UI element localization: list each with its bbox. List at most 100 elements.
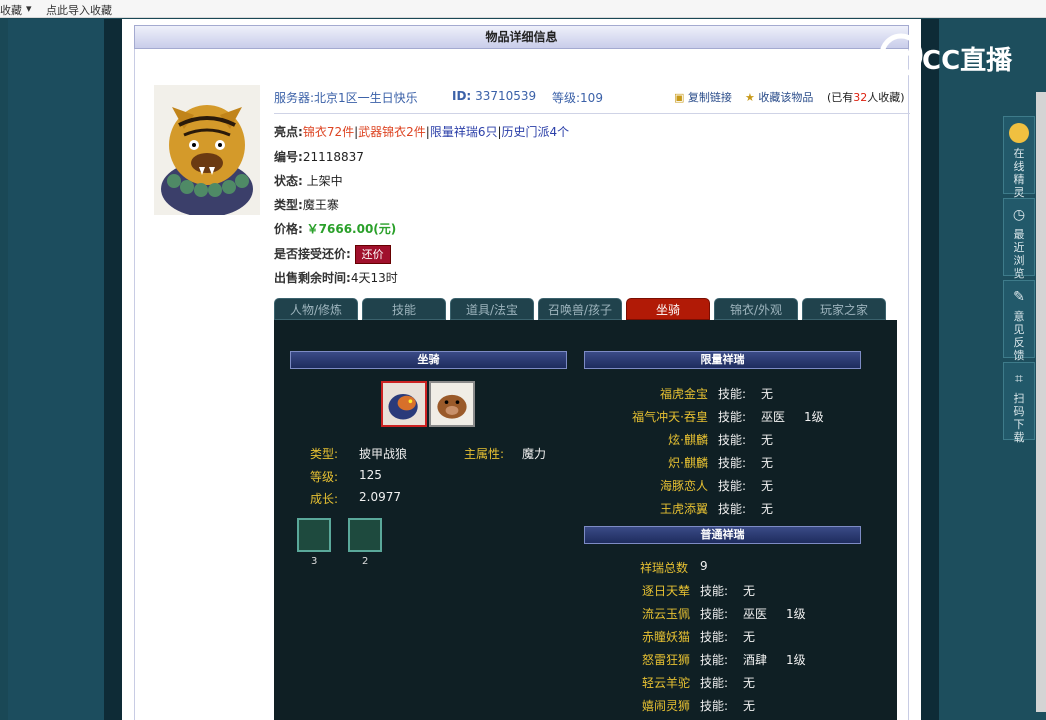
limited-item-skill: 无	[761, 479, 774, 493]
highlight-2[interactable]: 武器锦衣2件	[358, 125, 426, 139]
character-avatar	[154, 85, 260, 215]
normal-total-label: 祥瑞总数	[640, 561, 689, 575]
mount-icon-boar[interactable]	[429, 381, 475, 427]
limited-item-skill: 无	[761, 502, 774, 516]
scan-download-button[interactable]: ⌗ 扫码下载	[1003, 362, 1035, 444]
limited-item-skill-label: 技能:	[718, 410, 747, 424]
left-background	[8, 19, 104, 720]
highlights: 亮点:锦衣72件|武器锦衣2件|限量祥瑞6只|历史门派4个	[274, 125, 570, 139]
limited-item-skill: 无	[761, 387, 774, 401]
normal-item-skill-label: 技能:	[700, 607, 729, 621]
cc-logo-icon	[879, 33, 923, 77]
tab-character[interactable]: 人物/修炼	[274, 298, 358, 320]
normal-item-skill-label: 技能:	[700, 630, 729, 644]
mount-panel: 坐骑 限量祥瑞 类型: 披甲战狼 主属性: 魔力 等级: 125 成长: 2.0…	[274, 320, 897, 720]
sprite-icon	[1009, 123, 1029, 143]
item-level: 等级:109	[552, 91, 603, 105]
bookmark-import[interactable]: 点此导入收藏	[46, 2, 112, 18]
mount-type: 披甲战狼	[359, 447, 408, 461]
edit-icon: ✎	[1013, 289, 1025, 305]
normal-item-skill: 无	[743, 676, 756, 690]
right-strip	[921, 19, 939, 720]
limited-item-name: 炽·麒麟	[668, 456, 708, 470]
dropdown-icon[interactable]: ▾	[26, 2, 32, 15]
normal-item-name: 怒雷狂狮	[641, 653, 690, 667]
haggle-button[interactable]: 还价	[354, 245, 391, 264]
mount-section-title: 坐骑	[290, 351, 567, 369]
limited-item-name: 海豚恋人	[659, 479, 708, 493]
favorite-button[interactable]: ★ 收藏该物品	[745, 89, 813, 105]
limited-item-name: 福虎金宝	[659, 387, 708, 401]
remaining-time: 出售剩余时间:4天13时	[274, 271, 398, 285]
feedback-button[interactable]: ✎ 意见反馈	[1003, 280, 1035, 362]
normal-item-skill: 无	[743, 699, 756, 713]
cc-live-watermark: CC直播	[878, 32, 1028, 78]
limited-item-name: 福气冲天·吞皇	[632, 410, 708, 424]
mount-icon-wolf[interactable]	[381, 381, 427, 427]
item-detail-page: 物品详细信息 服务器:北京1区一生日快乐 ID: 33710539 等级:109…	[122, 19, 921, 720]
item-number: 编号:21118837	[274, 150, 364, 164]
mount-level: 125	[359, 468, 382, 482]
mount-main-attr: 魔力	[522, 447, 547, 461]
normal-item-name: 逐日天辇	[641, 584, 690, 598]
limited-item-skill-label: 技能:	[718, 387, 747, 401]
recent-view-button[interactable]: ◷ 最近浏览	[1003, 198, 1035, 280]
tab-outfit[interactable]: 锦衣/外观	[714, 298, 798, 320]
highlight-4[interactable]: 历史门派4个	[502, 125, 570, 139]
left-strip	[104, 19, 122, 720]
normal-item-skill-label: 技能:	[700, 676, 729, 690]
limited-item-skill: 巫医	[761, 410, 786, 424]
limited-item-skill: 无	[761, 456, 774, 470]
normal-item-skill-label: 技能:	[700, 699, 729, 713]
copy-icon: ▣	[674, 91, 685, 104]
limited-item-skill: 无	[761, 433, 774, 447]
normal-item-skill-level: 1级	[786, 653, 806, 667]
star-icon: ★	[745, 91, 755, 104]
limited-item-skill-label: 技能:	[718, 502, 747, 516]
normal-item-name: 流云玉佩	[641, 607, 690, 621]
favorite-count: (已有32人收藏)	[827, 91, 905, 104]
item-price: 价格: ￥7666.00(元)	[274, 222, 397, 236]
clock-icon: ◷	[1012, 207, 1026, 223]
scrollbar[interactable]	[1036, 92, 1046, 712]
normal-total: 9	[700, 559, 708, 573]
tab-skills[interactable]: 技能	[362, 298, 446, 320]
limited-item-skill-label: 技能:	[718, 433, 747, 447]
scan-icon: ⌗	[1015, 371, 1023, 387]
mount-growth: 2.0977	[359, 490, 401, 504]
limited-item-skill-label: 技能:	[718, 456, 747, 470]
limited-item-name: 炫·麒麟	[668, 433, 708, 447]
tab-home[interactable]: 玩家之家	[802, 298, 886, 320]
normal-item-name: 轻云羊驼	[641, 676, 690, 690]
limited-item-skill-label: 技能:	[718, 479, 747, 493]
limited-section-title: 限量祥瑞	[584, 351, 861, 369]
bookmark-fav[interactable]: 收藏	[0, 2, 22, 18]
normal-item-skill: 巫医	[743, 607, 768, 621]
detail-tabs: 人物/修炼 技能 道具/法宝 召唤兽/孩子 坐骑 锦衣/外观 玩家之家	[274, 298, 894, 320]
tab-items[interactable]: 道具/法宝	[450, 298, 534, 320]
normal-item-skill-label: 技能:	[700, 653, 729, 667]
normal-item-skill-label: 技能:	[700, 584, 729, 598]
online-sprite-button[interactable]: 在线精灵	[1003, 116, 1035, 199]
normal-item-skill-level: 1级	[786, 607, 806, 621]
limited-item-name: 王虎添翼	[659, 502, 708, 516]
normal-item-skill: 无	[743, 584, 756, 598]
normal-item-name: 赤瞳妖猫	[641, 630, 690, 644]
mount-skill-2-icon[interactable]	[348, 518, 382, 552]
item-status: 状态: 上架中	[274, 174, 343, 188]
server-name: 北京1区一生日快乐	[314, 91, 418, 105]
normal-item-skill: 无	[743, 630, 756, 644]
mount-skill-1-icon[interactable]	[297, 518, 331, 552]
page-title: 物品详细信息	[134, 25, 909, 49]
browser-bookmark-bar: 收藏 ▾ 点此导入收藏	[0, 0, 1046, 18]
normal-item-name: 嬉闹灵狮	[641, 699, 690, 713]
item-type: 类型:魔王寨	[274, 198, 339, 212]
limited-item-skill-level: 1级	[804, 410, 824, 424]
tab-pets[interactable]: 召唤兽/孩子	[538, 298, 622, 320]
normal-section-title: 普通祥瑞	[584, 526, 861, 544]
highlight-3[interactable]: 限量祥瑞6只	[430, 125, 498, 139]
highlight-1[interactable]: 锦衣72件	[303, 125, 354, 139]
haggle-row: 是否接受还价: 还价	[274, 245, 391, 264]
tab-mount[interactable]: 坐骑	[626, 298, 710, 320]
copy-link-button[interactable]: ▣ 复制链接	[674, 89, 732, 105]
